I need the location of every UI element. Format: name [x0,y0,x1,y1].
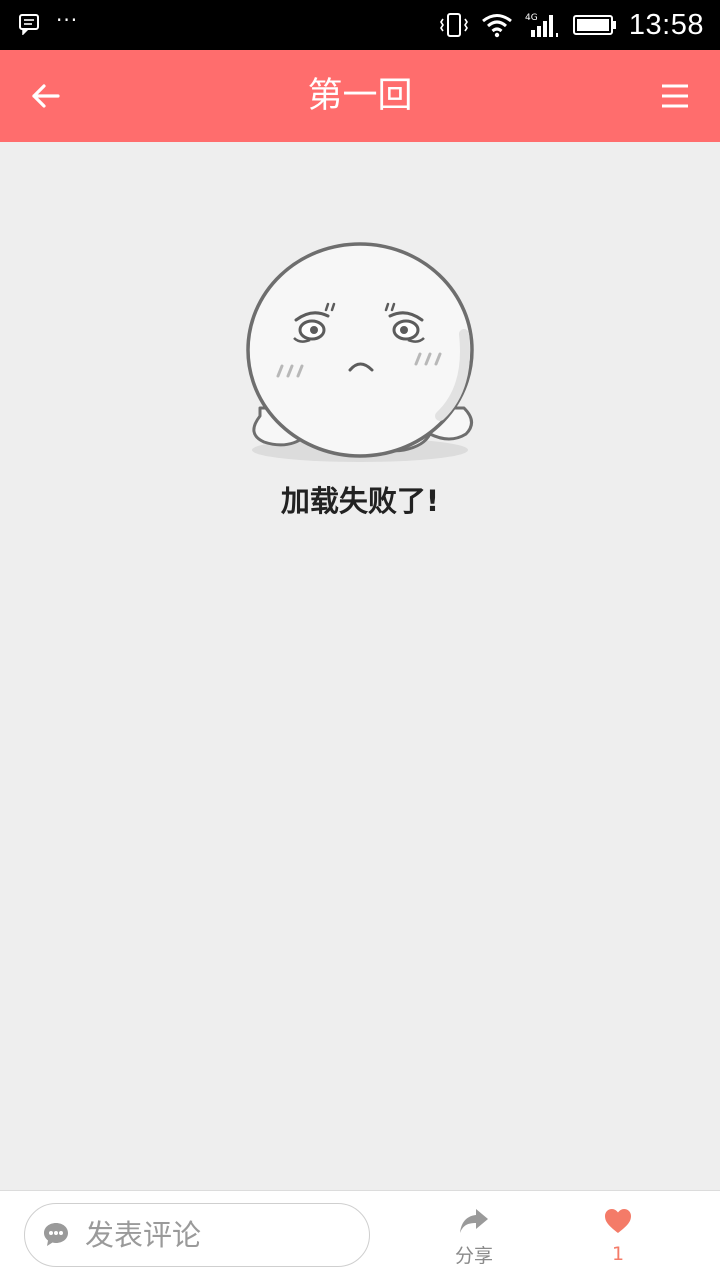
more-notifications-icon: ··· [56,8,79,32]
share-arrow-icon [460,1209,488,1233]
battery-icon [572,15,616,35]
like-count: 1 [611,1243,625,1265]
wifi-icon [481,14,512,38]
app-bar: 第一回 [0,50,720,142]
page-title: 第一回 [307,76,413,116]
comment-placeholder: 发表评论 [85,1218,202,1252]
error-message: 加载失败了! [280,484,440,518]
share-label: 分享 [454,1245,493,1267]
vibrate-icon [439,13,468,37]
status-bar: ··· 4G 13:58 [0,0,720,50]
error-illustration [240,238,480,472]
clock: 13:58 [628,8,704,41]
menu-button[interactable] [650,74,698,118]
share-button[interactable]: 分享 [440,1207,508,1273]
heart-icon [605,1209,631,1233]
bottom-bar: 发表评论 分享 1 [0,1190,720,1281]
hamburger-menu-icon [662,84,688,108]
signal-4g-icon: 4G [525,13,558,37]
chat-bubble-icon [44,1223,68,1246]
like-button[interactable]: 1 [586,1207,650,1273]
message-notification-icon [19,14,39,35]
network-type-label: 4G [525,13,538,23]
comment-input[interactable]: 发表评论 [24,1203,370,1267]
sad-octopus-icon [246,242,474,462]
